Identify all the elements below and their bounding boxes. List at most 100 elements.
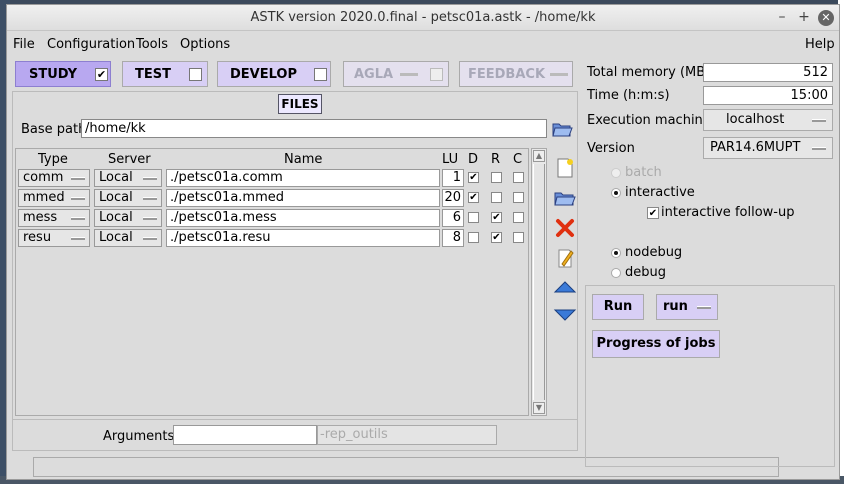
maximize-button[interactable]: + — [795, 8, 813, 26]
mode-develop-checkbox[interactable] — [314, 67, 327, 81]
nodebug-label: nodebug — [625, 245, 683, 260]
mode-agla-button: AGLA — [343, 61, 449, 87]
close-button[interactable]: ✕ — [817, 8, 835, 26]
file-lu-input[interactable]: 8 — [442, 229, 464, 247]
file-type-dropdown[interactable]: mess — [18, 209, 90, 227]
file-r-checkbox[interactable]: ✔ — [491, 232, 502, 243]
file-d-checkbox[interactable]: ✔ — [468, 192, 479, 203]
menu-help[interactable]: Help — [805, 37, 835, 52]
col-header-name: Name — [284, 152, 323, 167]
execution-machine-label: Execution machine — [587, 113, 711, 128]
file-r-checkbox[interactable] — [491, 172, 502, 183]
col-header-r: R — [491, 152, 501, 167]
table-row: resu Local ./petsc01a.resu 8 ✔ — [16, 229, 528, 249]
mode-test-button[interactable]: TEST — [122, 61, 208, 87]
progress-of-jobs-button[interactable]: Progress of jobs — [592, 330, 720, 358]
file-name-input[interactable]: ./petsc01a.mmed — [166, 189, 440, 207]
base-path-input[interactable]: /home/kk — [81, 119, 547, 138]
menu-options[interactable]: Options — [180, 37, 230, 52]
mode-feedback-label: FEEDBACK — [468, 66, 546, 82]
file-r-checkbox[interactable]: ✔ — [491, 212, 502, 223]
astk-window: ASTK version 2020.0.final - petsc01a.ast… — [6, 4, 840, 480]
feedback-dropdown-icon — [550, 72, 568, 76]
file-server-value: Local — [99, 230, 133, 245]
debug-label: debug — [625, 265, 666, 280]
total-memory-input[interactable]: 512 — [703, 63, 833, 82]
move-up-icon[interactable] — [553, 276, 577, 300]
file-type-dropdown[interactable]: mmed — [18, 189, 90, 207]
mode-study-checkbox[interactable]: ✔ — [95, 67, 108, 81]
version-label: Version — [587, 141, 635, 156]
file-lu-input[interactable]: 6 — [442, 209, 464, 227]
run-panel: Run run Progress of jobs — [585, 285, 835, 467]
execution-machine-dropdown[interactable]: localhost — [703, 109, 833, 131]
table-row: comm Local ./petsc01a.comm 1 ✔ — [16, 169, 528, 189]
mode-develop-label: DEVELOP — [230, 66, 298, 82]
dropdown-icon — [143, 237, 157, 240]
dropdown-icon — [71, 237, 85, 240]
file-c-checkbox[interactable] — [513, 172, 524, 183]
open-folder-icon[interactable] — [551, 118, 573, 140]
scroll-down-arrow-icon[interactable]: ▼ — [533, 402, 545, 414]
file-d-checkbox[interactable] — [468, 232, 479, 243]
mode-develop-button[interactable]: DEVELOP — [217, 61, 331, 87]
file-lu-input[interactable]: 1 — [442, 169, 464, 187]
file-server-value: Local — [99, 190, 133, 205]
file-server-dropdown[interactable]: Local — [94, 169, 162, 187]
dropdown-icon — [812, 147, 826, 150]
scroll-thumb[interactable] — [533, 164, 545, 400]
mode-test-checkbox[interactable] — [189, 67, 202, 81]
file-server-dropdown[interactable]: Local — [94, 229, 162, 247]
interactive-followup-checkbox[interactable]: ✔ — [647, 207, 659, 219]
interactive-radio[interactable] — [611, 188, 621, 198]
scroll-up-arrow-icon[interactable]: ▲ — [533, 150, 545, 162]
delete-icon[interactable] — [553, 216, 577, 240]
files-table: Type Server Name LU D R C comm Local ./p… — [15, 148, 529, 416]
file-server-dropdown[interactable]: Local — [94, 189, 162, 207]
file-name-input[interactable]: ./petsc01a.mess — [166, 209, 440, 227]
window-title: ASTK version 2020.0.final - petsc01a.ast… — [250, 10, 596, 25]
file-name-input[interactable]: ./petsc01a.resu — [166, 229, 440, 247]
mode-study-button[interactable]: STUDY ✔ — [15, 61, 111, 87]
files-scrollbar[interactable]: ▲ ▼ — [531, 148, 547, 416]
dropdown-icon — [71, 177, 85, 180]
file-type-value: mess — [23, 210, 58, 225]
col-header-server: Server — [108, 152, 151, 167]
minimize-button[interactable]: – — [773, 8, 791, 26]
open-file-icon[interactable] — [553, 186, 577, 210]
agla-dropdown-icon — [400, 72, 418, 76]
rep-outils-field: -rep_outils — [317, 425, 497, 445]
batch-radio — [611, 168, 621, 178]
debug-radio[interactable] — [611, 268, 621, 278]
file-server-dropdown[interactable]: Local — [94, 209, 162, 227]
file-type-dropdown[interactable]: comm — [18, 169, 90, 187]
time-input[interactable]: 15:00 — [703, 86, 833, 105]
mode-agla-checkbox — [430, 67, 443, 81]
version-dropdown[interactable]: PAR14.6MUPT — [703, 137, 833, 159]
file-lu-input[interactable]: 20 — [442, 189, 464, 207]
menu-configuration[interactable]: Configuration — [47, 37, 135, 52]
file-c-checkbox[interactable] — [513, 212, 524, 223]
run-mode-dropdown[interactable]: run — [656, 294, 718, 320]
total-memory-label: Total memory (MB) — [587, 65, 711, 80]
file-r-checkbox[interactable] — [491, 192, 502, 203]
menu-file[interactable]: File — [13, 37, 35, 52]
file-type-dropdown[interactable]: resu — [18, 229, 90, 247]
file-type-value: comm — [23, 170, 64, 185]
run-button[interactable]: Run — [592, 294, 644, 320]
move-down-icon[interactable] — [553, 302, 577, 326]
title-bar: ASTK version 2020.0.final - petsc01a.ast… — [7, 5, 839, 31]
file-d-checkbox[interactable] — [468, 212, 479, 223]
edit-icon[interactable] — [553, 246, 577, 270]
file-d-checkbox[interactable]: ✔ — [468, 172, 479, 183]
file-c-checkbox[interactable] — [513, 232, 524, 243]
nodebug-radio[interactable] — [611, 248, 621, 258]
new-file-icon[interactable] — [553, 156, 577, 180]
files-label: FILES — [278, 94, 322, 114]
file-name-input[interactable]: ./petsc01a.comm — [166, 169, 440, 187]
file-type-value: mmed — [23, 190, 65, 205]
dropdown-icon — [697, 306, 711, 309]
menu-tools[interactable]: Tools — [136, 37, 168, 52]
file-c-checkbox[interactable] — [513, 192, 524, 203]
arguments-input[interactable] — [173, 425, 317, 445]
